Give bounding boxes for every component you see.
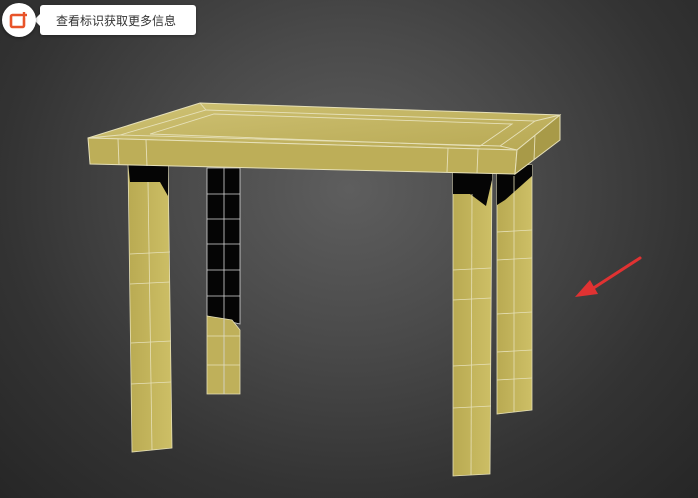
front-left-leg bbox=[127, 161, 173, 453]
back-right-leg bbox=[496, 164, 533, 415]
back-left-leg bbox=[206, 167, 241, 395]
front-right-leg bbox=[452, 165, 493, 477]
annotation-arrow bbox=[575, 256, 642, 297]
info-tooltip-label: 查看标识获取更多信息 bbox=[56, 13, 177, 28]
info-tooltip[interactable]: 查看标识获取更多信息 bbox=[33, 5, 197, 35]
table-top bbox=[87, 102, 562, 176]
info-badge[interactable]: 查看标识获取更多信息 bbox=[2, 3, 197, 37]
tag-icon[interactable] bbox=[2, 3, 36, 37]
table-scene bbox=[87, 102, 642, 477]
3d-viewport[interactable]: 查看标识获取更多信息 bbox=[0, 0, 698, 498]
